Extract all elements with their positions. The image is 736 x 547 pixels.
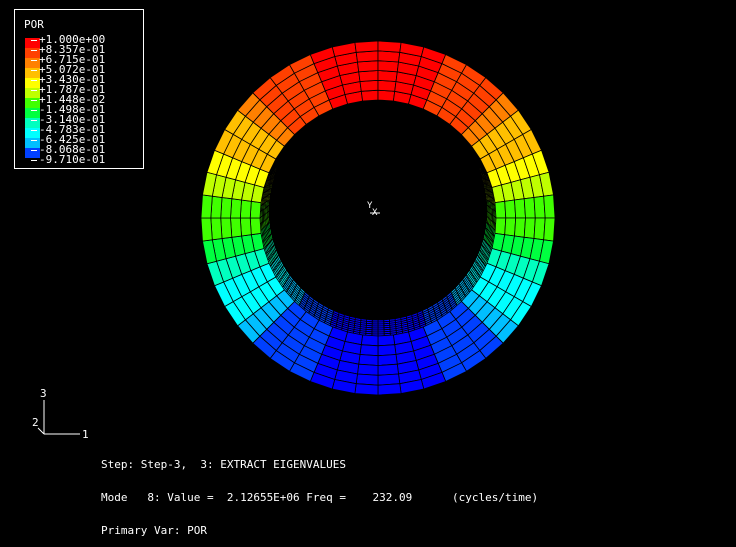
- center-triad-x-label: X: [372, 209, 377, 218]
- ring-front-face-cell: [356, 374, 378, 385]
- ring-front-face-cell: [355, 41, 378, 52]
- ring-front-face-cell: [378, 61, 399, 72]
- status-step-line: Step: Step-3, 3: EXTRACT EIGENVALUES: [101, 459, 538, 470]
- ring-front-face-cell: [358, 364, 379, 375]
- ring-front-face-cell: [378, 384, 401, 395]
- ring-front-face-cell: [515, 218, 526, 237]
- ring-front-face-cell: [250, 218, 261, 235]
- ring-front-face-cell: [250, 201, 261, 218]
- ring-front-face-cell: [544, 218, 555, 241]
- ring-front-face-cell: [378, 345, 396, 356]
- ring-front-face-cell: [231, 199, 242, 218]
- ring-front-face-cell: [240, 200, 251, 218]
- ring-front-face-cell: [524, 218, 535, 239]
- triad-axis-3-label: 3: [40, 388, 47, 399]
- ring-front-face-cell: [524, 198, 535, 219]
- axis-triad: 3 2 1: [28, 388, 98, 444]
- status-mode-line: Mode 8: Value = 2.12655E+06 Freq = 232.0…: [101, 492, 538, 503]
- ring-front-face-cell: [378, 335, 395, 346]
- ring-front-face-cell: [231, 218, 242, 237]
- ring-front-face-cell: [378, 374, 400, 385]
- triad-axis-2-label: 2: [32, 417, 39, 428]
- ring-front-face-cell: [361, 335, 378, 346]
- ring-front-face-cell: [378, 80, 396, 91]
- ring-front-face-cell: [378, 355, 397, 366]
- ring-front-face-cell: [495, 218, 506, 235]
- ring-front-face-cell: [359, 71, 378, 82]
- ring-front-face-cell: [355, 384, 378, 395]
- contour-legend: POR +1.000e+00+8.357e-01+6.715e-01+5.072…: [14, 9, 144, 169]
- ring-front-face-cell: [534, 196, 545, 218]
- ring-front-face-cell: [378, 71, 397, 82]
- ring-front-face-cell: [356, 51, 378, 62]
- ring-front-face-cell: [378, 90, 395, 101]
- status-primary-var-line: Primary Var: POR: [101, 525, 538, 536]
- ring-front-face-cell: [360, 345, 378, 356]
- ring-front-face-cell: [378, 41, 401, 52]
- legend-value-label: -9.710e-01: [31, 154, 105, 165]
- ring-front-face-cell: [201, 195, 212, 218]
- ring-front-face-cell: [201, 218, 212, 241]
- status-info-block: Step: Step-3, 3: EXTRACT EIGENVALUES Mod…: [101, 437, 538, 547]
- ring-front-face-cell: [361, 90, 378, 101]
- legend-title: POR: [24, 19, 44, 30]
- ring-front-face-cell: [221, 218, 232, 239]
- ring-front-face-cell: [358, 61, 379, 72]
- ring-front-face-cell: [359, 355, 378, 366]
- ring-front-face-cell: [378, 51, 400, 62]
- ring-front-face-cell: [505, 218, 516, 236]
- ring-front-face-cell: [211, 196, 222, 218]
- ring-front-face-cell: [378, 364, 399, 375]
- ring-front-face-cell: [221, 198, 232, 219]
- ring-front-face-cell: [360, 80, 378, 91]
- view-center-triad: Y X: [366, 203, 384, 221]
- ring-front-face-cell: [544, 195, 555, 218]
- ring-front-face-cell: [515, 199, 526, 218]
- ring-front-face-cell: [495, 201, 506, 218]
- ring-front-face-cell: [534, 218, 545, 240]
- ring-front-face-cell: [211, 218, 222, 240]
- ring-front-face-cell: [240, 218, 251, 236]
- triad-axis-1-label: 1: [82, 429, 89, 440]
- ring-front-face-cell: [505, 200, 516, 218]
